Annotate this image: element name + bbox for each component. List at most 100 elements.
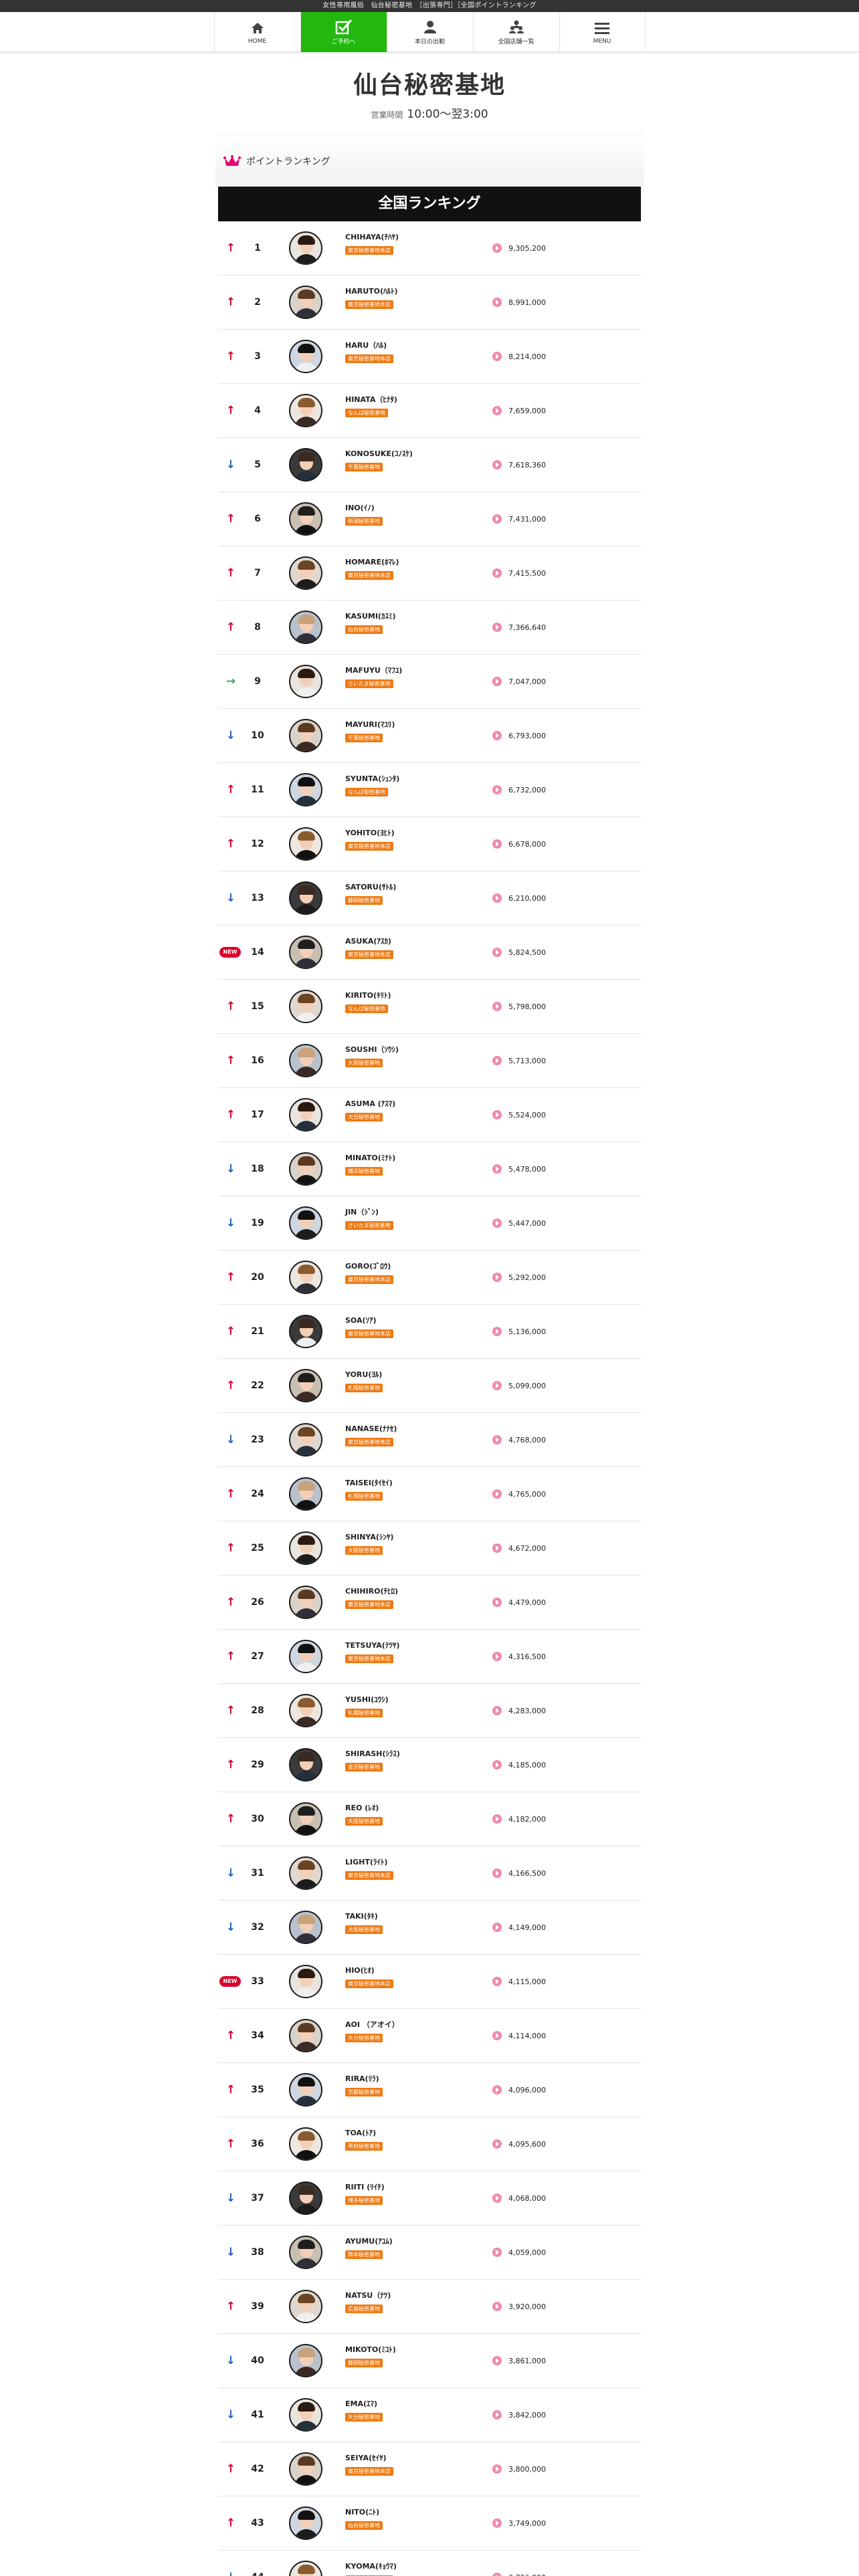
cast-name[interactable]: ASUMA (ｱｽﾏ) — [345, 1099, 395, 1109]
avatar[interactable] — [289, 1423, 322, 1457]
avatar[interactable] — [289, 936, 322, 969]
ranking-row[interactable]: ↑ 15 KIRITO(ｷﾘﾄ) なんば秘密基地 5,798,000 — [218, 980, 641, 1034]
ranking-row[interactable]: ↑ 20 GORO(ｺﾞﾛｳ) 東京秘密基地本店 5,292,000 — [218, 1251, 641, 1305]
cast-name[interactable]: ASUKA(ｱｽｶ) — [345, 937, 393, 946]
ranking-row[interactable]: ↓ 23 NANASE(ﾅﾅｾ) 東京秘密基地本店 4,768,000 — [218, 1413, 641, 1467]
avatar[interactable] — [289, 1261, 322, 1294]
ranking-row[interactable]: ↓ 19 JIN（ｼﾞﾝ) さいたま秘密基地 5,447,000 — [218, 1196, 641, 1251]
ranking-row[interactable]: ↑ 17 ASUMA (ｱｽﾏ) 大分秘密基地 5,524,000 — [218, 1088, 641, 1142]
ranking-row[interactable]: ↑ 26 CHIHIRO(ﾁﾋﾛ) 東京秘密基地本店 4,479,000 — [218, 1576, 641, 1630]
cast-name[interactable]: AYUMU(ｱﾕﾑ) — [345, 2237, 393, 2246]
ranking-row[interactable]: ↓ 5 KONOSUKE(ｺﾉｽｹ) 千葉秘密基地 7,618,360 — [218, 438, 641, 492]
cast-name[interactable]: NATSU（ﾅﾂ) — [345, 2291, 391, 2300]
cast-name[interactable]: KYOMA(ｷｮｳﾏ) — [345, 2562, 397, 2571]
ranking-row[interactable]: ↑ 8 KASUMI(ｶｽﾐ) 仙台秘密基地 7,366,640 — [218, 601, 641, 655]
cast-name[interactable]: SHINYA(ｼﾝﾔ) — [345, 1533, 393, 1542]
ranking-row[interactable]: ↓ 41 EMA(ｴﾏ) 大分秘密基地 3,842,000 — [218, 2388, 641, 2442]
ranking-row[interactable]: ↓ 32 TAKI(ﾀｷ) 大阪秘密基地 4,149,000 — [218, 1901, 641, 1955]
ranking-row[interactable]: ↑ 16 SOUSHI（ｿｳｼ) 大阪秘密基地 5,713,000 — [218, 1034, 641, 1088]
nav-stores[interactable]: 全国店舗一覧 — [472, 12, 559, 52]
avatar[interactable] — [289, 2452, 322, 2486]
avatar[interactable] — [289, 2181, 322, 2215]
avatar[interactable] — [289, 1477, 322, 1511]
cast-name[interactable]: LIGHT(ﾗｲﾄ) — [345, 1858, 393, 1867]
avatar[interactable] — [289, 1531, 322, 1565]
ranking-row[interactable]: ↑ 1 CHIHAYA(ﾁﾊﾔ) 東京秘密基地本店 9,305,200 — [218, 221, 641, 276]
avatar[interactable] — [289, 2398, 322, 2432]
ranking-row[interactable]: ↓ 18 MINATO(ﾐﾅﾄ) 横浜秘密基地 5,478,000 — [218, 1142, 641, 1196]
cast-name[interactable]: CHIHAYA(ﾁﾊﾔ) — [345, 233, 399, 242]
cast-name[interactable]: JIN（ｼﾞﾝ) — [345, 1208, 393, 1217]
cast-name[interactable]: KASUMI(ｶｽﾐ) — [345, 612, 396, 621]
avatar[interactable] — [289, 394, 322, 427]
avatar[interactable] — [289, 502, 322, 536]
ranking-row[interactable]: ↑ 35 RIRA(ﾘﾗ) 京都秘密基地 4,096,000 — [218, 2063, 641, 2117]
ranking-row[interactable]: ↑ 30 REO (ﾚｵ) 大阪秘密基地 4,182,000 — [218, 1792, 641, 1846]
avatar[interactable] — [289, 1965, 322, 1998]
cast-name[interactable]: MIKOTO(ﾐｺﾄ) — [345, 2345, 396, 2355]
ranking-row[interactable]: ↓ 37 RIITI (ﾘｲﾁ) 博多秘密基地 4,068,000 — [218, 2171, 641, 2226]
avatar[interactable] — [289, 827, 322, 861]
ranking-row[interactable]: ↑ 34 AOI （アオイ） 大分秘密基地 4,114,000 — [218, 2009, 641, 2063]
ranking-row[interactable]: ↑ 25 SHINYA(ｼﾝﾔ) 大阪秘密基地 4,672,000 — [218, 1521, 641, 1576]
ranking-row[interactable]: ↑ 42 SEIYA(ｾｲﾔ) 東京秘密基地本店 3,800,000 — [218, 2442, 641, 2496]
avatar[interactable] — [289, 448, 322, 481]
avatar[interactable] — [289, 665, 322, 698]
ranking-row[interactable]: ↑ 11 SYUNTA(ｼｭﾝﾀ) なんば秘密基地 6,732,000 — [218, 763, 641, 817]
avatar[interactable] — [289, 286, 322, 319]
cast-name[interactable]: TOA(ﾄｱ) — [345, 2129, 383, 2138]
ranking-row[interactable]: ↑ 6 INO(ｲﾉ) 新潟秘密基地 7,431,000 — [218, 492, 641, 546]
cast-name[interactable]: HINATA（ﾋﾅﾀ) — [345, 395, 397, 405]
cast-name[interactable]: YORU(ﾖﾙ) — [345, 1370, 383, 1380]
cast-name[interactable]: SATORU(ｻﾄﾙ) — [345, 883, 396, 892]
avatar[interactable] — [289, 1856, 322, 1890]
cast-name[interactable]: HARU（ﾊﾙ) — [345, 341, 393, 350]
cast-name[interactable]: TETSUYA(ﾃﾂﾔ) — [345, 1641, 399, 1650]
avatar[interactable] — [289, 881, 322, 915]
avatar[interactable] — [289, 990, 322, 1023]
ranking-row[interactable]: ↓ 10 MAYURI(ﾏﾕﾘ) 千葉秘密基地 6,793,000 — [218, 709, 641, 763]
avatar[interactable] — [289, 2019, 322, 2052]
ranking-row[interactable]: ↓ 13 SATORU(ｻﾄﾙ) 静岡秘密基地 6,210,000 — [218, 871, 641, 926]
ranking-row[interactable]: ↑ 12 YOHITO(ﾖﾋﾄ) 東京秘密基地本店 6,678,000 — [218, 817, 641, 871]
avatar[interactable] — [289, 2290, 322, 2323]
nav-menu[interactable]: MENU — [559, 12, 646, 52]
cast-name[interactable]: SOA(ｿｱ) — [345, 1316, 393, 1325]
ranking-row[interactable]: ↑ 4 HINATA（ﾋﾅﾀ) なんば秘密基地 7,659,000 — [218, 384, 641, 438]
ranking-row[interactable]: ↑ 2 HARUTO(ﾊﾙﾄ) 東京秘密基地本店 8,991,000 — [218, 276, 641, 330]
ranking-row[interactable]: ↓ 40 MIKOTO(ﾐｺﾄ) 静岡秘密基地 3,861,000 — [218, 2334, 641, 2388]
cast-name[interactable]: KIRITO(ｷﾘﾄ) — [345, 991, 391, 1000]
ranking-row[interactable]: ↑ 7 HOMARE(ﾎﾏﾚ) 東京秘密基地本店 7,415,500 — [218, 546, 641, 601]
cast-name[interactable]: HARUTO(ﾊﾙﾄ) — [345, 287, 398, 296]
nav-today[interactable]: 本日の出勤 — [386, 12, 473, 52]
ranking-row[interactable]: ↓ 31 LIGHT(ﾗｲﾄ) 東京秘密基地本店 4,166,500 — [218, 1846, 641, 1901]
ranking-row[interactable]: ↑ 27 TETSUYA(ﾃﾂﾔ) 東京秘密基地本店 4,316,500 — [218, 1630, 641, 1684]
avatar[interactable] — [289, 2344, 322, 2377]
cast-name[interactable]: SOUSHI（ｿｳｼ) — [345, 1045, 399, 1055]
cast-name[interactable]: KONOSUKE(ｺﾉｽｹ) — [345, 449, 413, 459]
avatar[interactable] — [289, 2506, 322, 2540]
cast-name[interactable]: RIITI (ﾘｲﾁ) — [345, 2183, 385, 2192]
avatar[interactable] — [289, 2073, 322, 2107]
avatar[interactable] — [289, 1369, 322, 1402]
avatar[interactable] — [289, 1044, 322, 1077]
avatar[interactable] — [289, 773, 322, 807]
nav-reserve[interactable]: ご予約へ — [300, 12, 387, 52]
cast-name[interactable]: MAYURI(ﾏﾕﾘ) — [345, 720, 395, 730]
cast-name[interactable]: TAKI(ﾀｷ) — [345, 1912, 383, 1921]
cast-name[interactable]: YOHITO(ﾖﾋﾄ) — [345, 829, 395, 838]
ranking-row[interactable]: ↑ 43 NITO(ﾆﾄ) 仙台秘密基地 3,749,000 — [218, 2496, 641, 2551]
avatar[interactable] — [289, 1802, 322, 1836]
cast-name[interactable]: AOI （アオイ） — [345, 2020, 399, 2030]
cast-name[interactable]: RIRA(ﾘﾗ) — [345, 2074, 383, 2084]
cast-name[interactable]: HIO(ﾋｵ) — [345, 1966, 393, 1975]
nav-home[interactable]: HOME — [213, 12, 300, 52]
avatar[interactable] — [289, 1152, 322, 1186]
ranking-row[interactable]: ↑ 29 SHIRASH(ｼﾗｽ) 金沢秘密基地 4,185,000 — [218, 1738, 641, 1792]
cast-name[interactable]: SYUNTA(ｼｭﾝﾀ) — [345, 774, 399, 784]
avatar[interactable] — [289, 1098, 322, 1132]
avatar[interactable] — [289, 1748, 322, 1782]
avatar[interactable] — [289, 231, 322, 265]
avatar[interactable] — [289, 1694, 322, 1727]
avatar[interactable] — [289, 719, 322, 752]
